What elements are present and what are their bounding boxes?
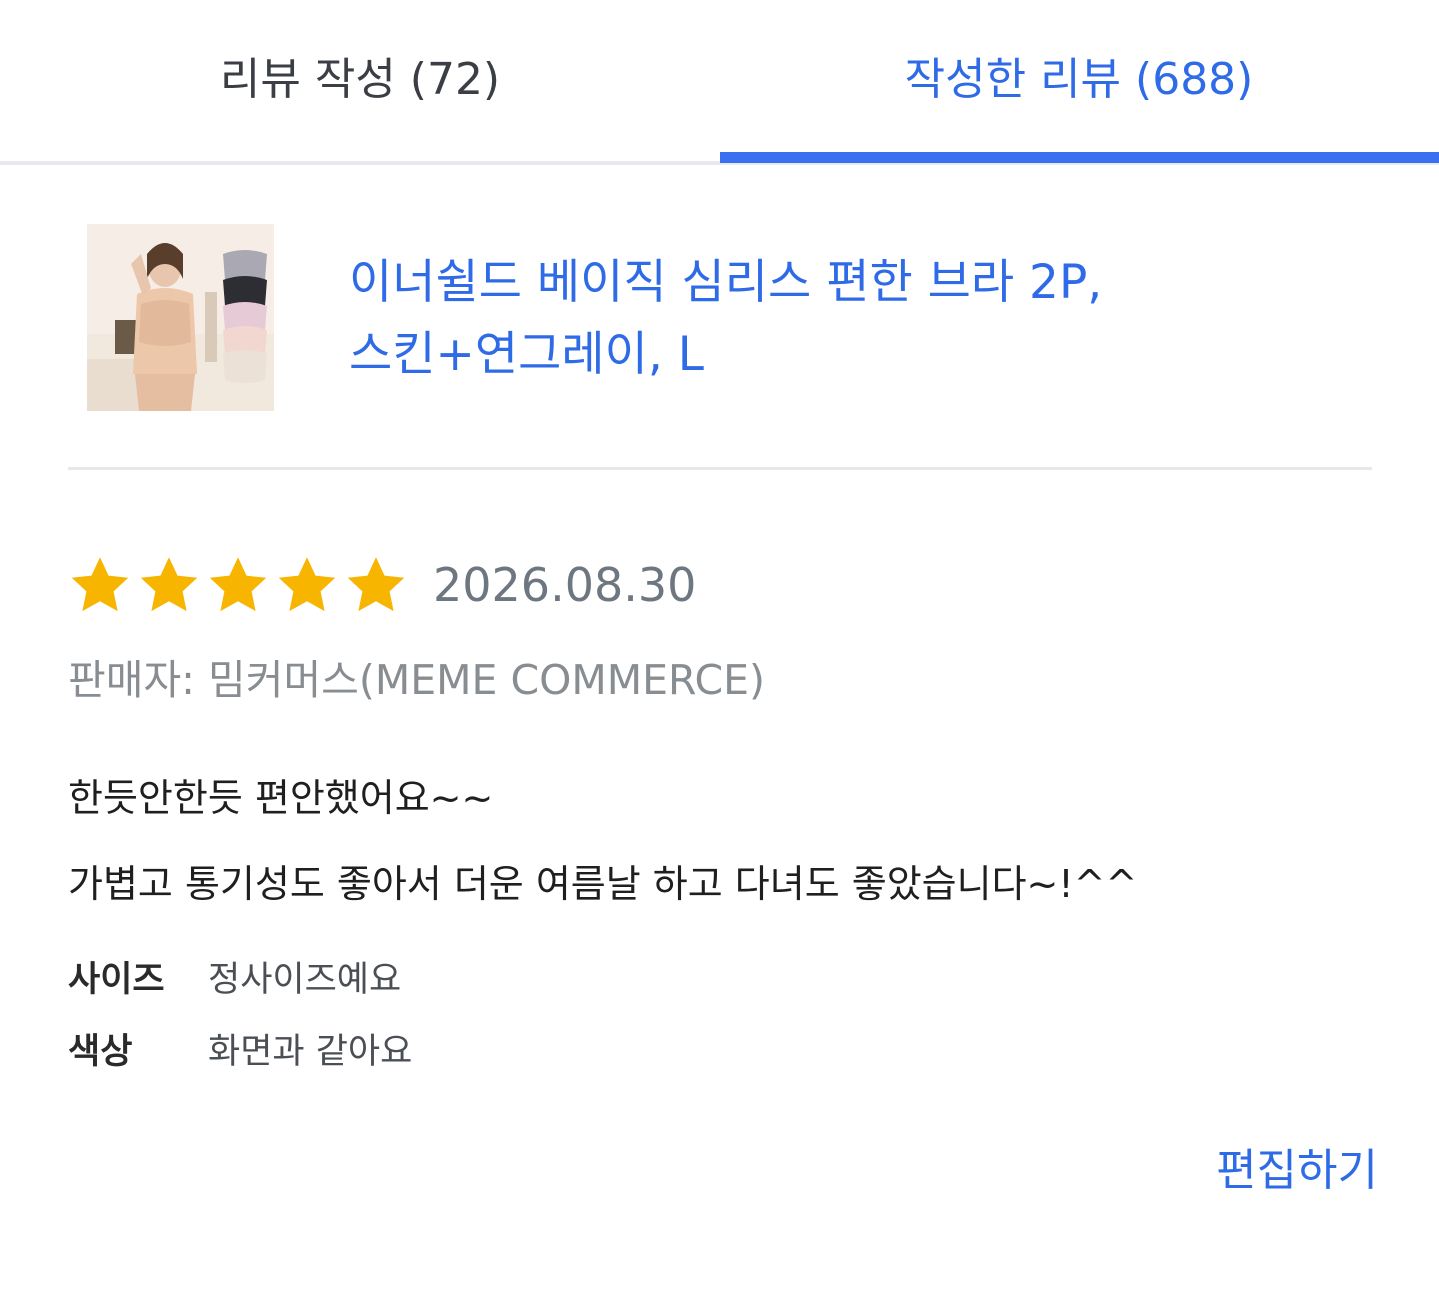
attribute-row-color: 색상 화면과 같아요 (68, 1012, 412, 1084)
edit-review-button[interactable]: 편집하기 (1216, 1134, 1378, 1198)
seller-name: 판매자: 밈커머스(MEME COMMERCE) (68, 656, 766, 704)
section-divider (68, 467, 1372, 470)
review-text-line: 한듯안한듯 편안했어요~~ (68, 776, 494, 820)
star-rating (68, 553, 408, 617)
product-name-link[interactable]: 이너쉴드 베이직 심리스 편한 브라 2P, 스킨+연그레이, L (349, 247, 1349, 391)
review-body: 한듯안한듯 편안했어요~~ 가볍고 통기성도 좋아서 더운 여름날 하고 다녀도… (68, 755, 1388, 927)
attribute-label: 사이즈 (68, 959, 165, 1000)
tab-written-reviews-label: 작성한 리뷰 (688) (904, 54, 1254, 105)
active-tab-indicator (720, 152, 1439, 163)
attribute-value: 정사이즈예요 (208, 959, 402, 1000)
review-text-line: 가볍고 통기성도 좋아서 더운 여름날 하고 다녀도 좋았습니다~!^^ (68, 862, 1138, 906)
product-thumbnail[interactable] (87, 224, 274, 411)
product-name-line-1: 이너쉴드 베이직 심리스 편한 브라 2P, (349, 255, 1103, 310)
review-attributes: 사이즈 정사이즈예요 색상 화면과 같아요 (68, 940, 412, 1084)
tab-write-review[interactable]: 리뷰 작성 (72) (0, 0, 720, 150)
product-photo (87, 224, 274, 411)
review-tabs: 리뷰 작성 (72) 작성한 리뷰 (688) (0, 0, 1439, 165)
star-icon (278, 557, 336, 612)
product-name-line-2: 스킨+연그레이, L (349, 327, 704, 382)
review-date: 2026.08.30 (433, 558, 697, 612)
attribute-value: 화면과 같아요 (208, 1031, 413, 1072)
product-summary: 이너쉴드 베이직 심리스 편한 브라 2P, 스킨+연그레이, L (0, 165, 1439, 470)
star-icon (71, 557, 129, 612)
star-icon (140, 557, 198, 612)
attribute-row-size: 사이즈 정사이즈예요 (68, 940, 412, 1012)
rating-row: 2026.08.30 (68, 550, 696, 620)
star-icon (347, 557, 405, 612)
tab-write-review-label: 리뷰 작성 (72) (219, 54, 501, 105)
attribute-label: 색상 (68, 1031, 133, 1072)
tab-written-reviews[interactable]: 작성한 리뷰 (688) (719, 0, 1439, 150)
star-icon (209, 557, 267, 612)
